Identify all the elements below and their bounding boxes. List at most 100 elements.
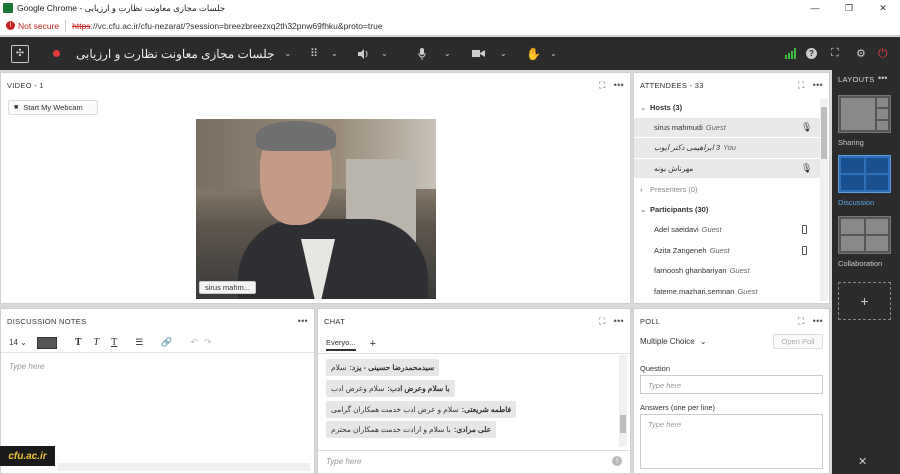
divider bbox=[65, 19, 67, 32]
layout-menu-icon[interactable]: ✣ bbox=[11, 44, 29, 63]
layout-sharing-thumb[interactable] bbox=[838, 95, 891, 133]
address-bar[interactable]: ! Not secure https://vc.cfu.ac.ir/cfu-ne… bbox=[0, 16, 900, 36]
presenters-group[interactable]: › Presenters (0) bbox=[634, 179, 820, 200]
add-chat-tab-button[interactable]: + bbox=[370, 338, 376, 350]
italic-icon[interactable]: T bbox=[94, 337, 100, 348]
chat-message: سیدمحمدرضا حسینی - یزد: سلام bbox=[326, 359, 440, 376]
redo-icon[interactable]: ↷ bbox=[204, 337, 212, 348]
chrome-favicon-icon bbox=[3, 3, 13, 13]
attendee-row[interactable]: sirus mahmudi Guest 🎙 bbox=[634, 117, 820, 138]
bullet-list-icon[interactable]: ☰ bbox=[135, 337, 143, 348]
chat-scrollbar[interactable] bbox=[619, 355, 627, 447]
fullscreen-icon[interactable]: ⛶ bbox=[831, 47, 839, 60]
chevron-down-icon: ⌄ bbox=[640, 205, 647, 215]
collapse-tools-icon[interactable]: ✕ bbox=[858, 455, 867, 468]
chevron-down-icon[interactable]: ⌄ bbox=[381, 49, 388, 58]
chevron-down-icon[interactable]: ⌄ bbox=[331, 49, 338, 58]
settings-icon[interactable]: ⚙ bbox=[856, 47, 866, 60]
pod-menu-icon[interactable]: ••• bbox=[813, 80, 823, 90]
chevron-down-icon: ⌄ bbox=[640, 102, 647, 112]
chat-message: علی مرادی: با سلام و ارادت خدمت همکاران م… bbox=[326, 421, 497, 438]
record-icon[interactable] bbox=[53, 50, 60, 57]
attendee-role: Guest bbox=[709, 245, 730, 255]
chevron-down-icon[interactable]: ⌄ bbox=[444, 49, 451, 58]
answers-input[interactable]: Type here bbox=[640, 414, 823, 469]
layout-discussion-thumb[interactable] bbox=[838, 155, 891, 193]
maximize-pod-icon[interactable]: ⛶ bbox=[599, 80, 606, 91]
font-size-select[interactable]: 14 ⌄ bbox=[9, 338, 27, 347]
link-icon[interactable]: 🔗 bbox=[161, 337, 172, 348]
pod-menu-icon[interactable]: ••• bbox=[813, 316, 823, 326]
video-count: 1 bbox=[39, 80, 44, 90]
attendee-row[interactable]: fateme.mazhari.semnan Guest bbox=[634, 282, 820, 302]
attendee-row[interactable]: Azita Zangeneh Guest bbox=[634, 241, 820, 261]
text-color-swatch[interactable] bbox=[36, 336, 57, 349]
chat-sender: علی مرادی: bbox=[453, 425, 492, 434]
scrollbar-thumb[interactable] bbox=[620, 415, 626, 433]
warning-icon: ! bbox=[6, 21, 15, 30]
attendees-header: ATTENDEES bbox=[640, 80, 688, 90]
hosts-group[interactable]: ⌄ Hosts (3) bbox=[634, 97, 820, 118]
emoji-icon[interactable]: ! bbox=[612, 456, 622, 466]
chat-text: سلام وعرض ادب bbox=[331, 384, 385, 393]
microphone-icon[interactable] bbox=[418, 47, 426, 60]
chevron-down-icon[interactable]: ⌄ bbox=[285, 49, 292, 58]
add-layout-button[interactable]: + bbox=[838, 282, 891, 320]
chat-tab-everyone[interactable]: Everyo... bbox=[326, 338, 356, 351]
underline-icon[interactable]: T bbox=[111, 337, 117, 348]
maximize-pod-icon[interactable]: ⛶ bbox=[798, 316, 805, 327]
camera-icon[interactable] bbox=[472, 49, 485, 58]
attendee-row[interactable]: مهرناش یونه 🎙 bbox=[634, 158, 820, 179]
font-size-value: 14 bbox=[9, 338, 18, 347]
start-webcam-button[interactable]: ■ Start My Webcam bbox=[8, 100, 98, 115]
chat-header: CHAT bbox=[324, 316, 346, 326]
grid-apps-icon[interactable]: ⠿ bbox=[310, 47, 318, 60]
open-poll-button[interactable]: Open Poll bbox=[773, 334, 823, 349]
security-indicator[interactable]: ! Not secure bbox=[6, 21, 59, 31]
poll-type-value: Multiple Choice bbox=[640, 337, 695, 346]
participants-group[interactable]: ⌄ Participants (30) bbox=[634, 200, 820, 221]
watermark-logo: cfu.ac.ir bbox=[0, 446, 55, 466]
layout-discussion-label[interactable]: Discussion bbox=[838, 198, 874, 207]
attendees-scrollbar[interactable] bbox=[820, 99, 828, 301]
video-header: VIDEO bbox=[7, 80, 32, 90]
pod-menu-icon[interactable]: ••• bbox=[298, 316, 308, 326]
help-icon[interactable]: ? bbox=[806, 48, 817, 59]
speaker-icon[interactable] bbox=[357, 48, 369, 59]
scrollbar-thumb[interactable] bbox=[821, 107, 827, 159]
raise-hand-icon[interactable]: ✋ bbox=[526, 47, 541, 61]
pod-menu-icon[interactable]: ••• bbox=[614, 80, 624, 90]
undo-icon[interactable]: ↶ bbox=[190, 337, 198, 348]
maximize-pod-icon[interactable]: ⛶ bbox=[798, 80, 805, 91]
pod-menu-icon[interactable]: ••• bbox=[614, 316, 624, 326]
attendee-row[interactable]: Adel saeidavi Guest bbox=[634, 220, 820, 241]
attendee-name: مهرناش یونه bbox=[654, 163, 694, 173]
notes-toolbar: 14 ⌄ T T T ☰ 🔗 ↶ ↷ bbox=[1, 333, 314, 353]
maximize-pod-icon[interactable]: ⛶ bbox=[599, 316, 606, 327]
chat-input[interactable]: Type here bbox=[326, 457, 361, 466]
chevron-right-icon: › bbox=[640, 184, 643, 194]
layout-sharing-label[interactable]: Sharing bbox=[838, 138, 864, 147]
chat-text: با سلام و ارادت خدمت همکاران محترم bbox=[331, 425, 451, 434]
attendee-row[interactable]: 3 ابراهیمی دکتر ایوب You bbox=[634, 138, 820, 159]
layout-collaboration-label[interactable]: Collaboration bbox=[838, 259, 882, 268]
url-text[interactable]: https://vc.cfu.ac.ir/cfu-nezarat/?sessio… bbox=[72, 21, 382, 31]
attendee-role: Guest bbox=[701, 225, 722, 235]
presenters-group-label: Presenters (0) bbox=[650, 184, 698, 194]
chevron-down-icon[interactable]: ⌄ bbox=[500, 49, 507, 58]
maximize-button[interactable]: ❐ bbox=[832, 0, 866, 16]
notes-editor[interactable]: Type here bbox=[9, 362, 44, 371]
layout-collaboration-thumb[interactable] bbox=[838, 216, 891, 254]
minimize-button[interactable]: — bbox=[798, 0, 832, 16]
layouts-menu-icon[interactable]: ••• bbox=[878, 73, 887, 83]
power-icon[interactable]: ⏻ bbox=[878, 46, 888, 61]
chevron-down-icon: ⌄ bbox=[699, 337, 707, 346]
question-input[interactable]: Type here bbox=[640, 375, 823, 394]
attendee-row[interactable]: farnoosh ghanbariyan Guest bbox=[634, 261, 820, 282]
poll-type-select[interactable]: Multiple Choice ⌄ bbox=[640, 337, 706, 346]
close-window-button[interactable]: ✕ bbox=[866, 0, 900, 16]
notes-hscrollbar[interactable] bbox=[58, 463, 310, 471]
chevron-down-icon[interactable]: ⌄ bbox=[550, 49, 557, 58]
bold-icon[interactable]: T bbox=[75, 337, 82, 348]
microphone-icon: 🎙 bbox=[801, 162, 813, 173]
